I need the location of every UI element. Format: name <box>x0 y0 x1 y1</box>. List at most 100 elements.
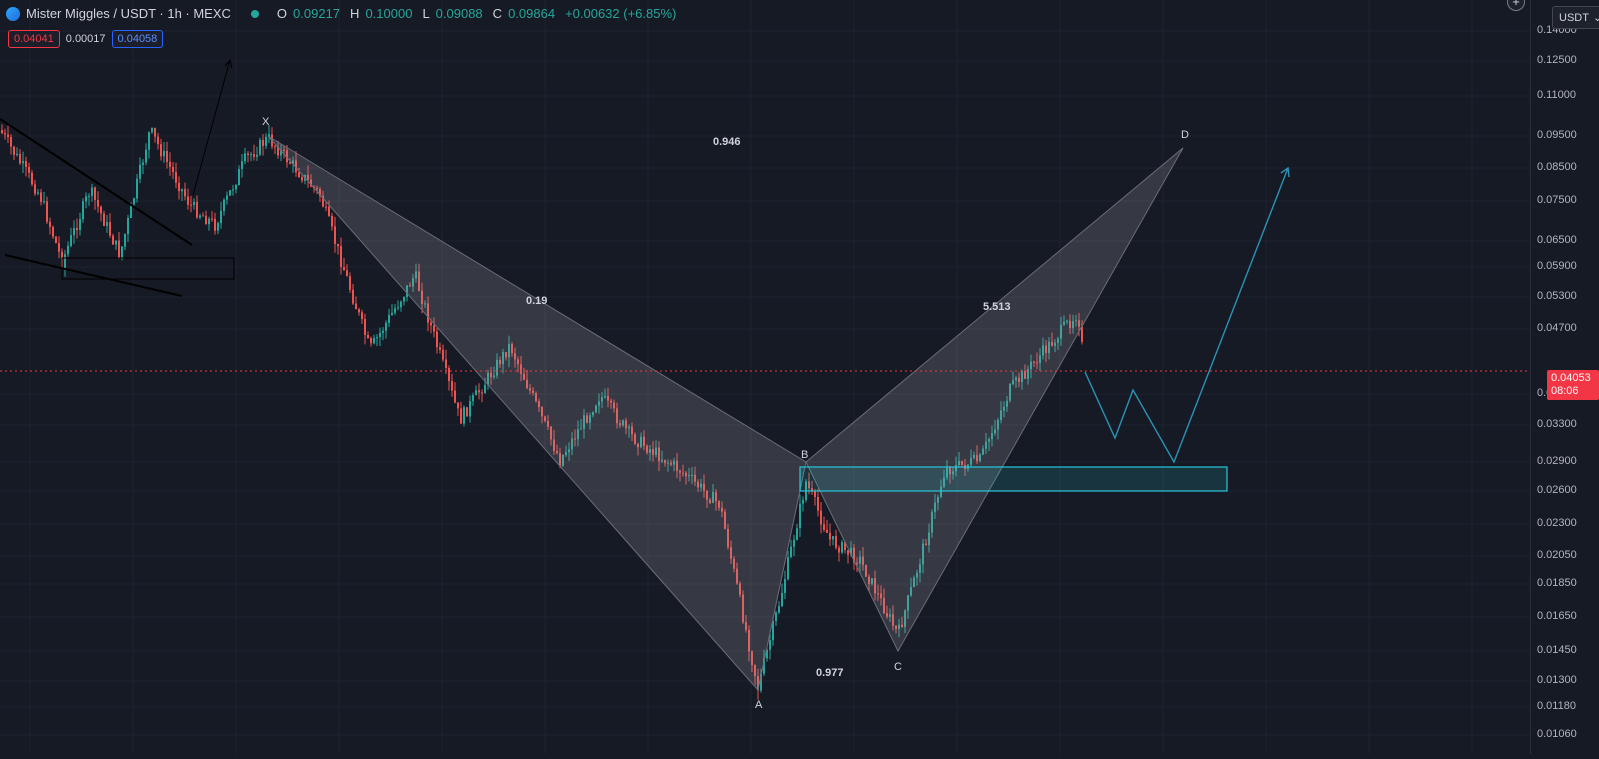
pattern-triangle-xab[interactable] <box>267 135 807 692</box>
candle-body <box>361 312 363 319</box>
arrow-line-upleft[interactable] <box>192 59 231 196</box>
candle-body <box>64 254 66 269</box>
candle-body <box>301 177 303 181</box>
candle-body <box>262 139 264 146</box>
price-axis-label: 0.08500 <box>1537 161 1577 173</box>
candle-body <box>259 139 261 155</box>
candle-body <box>169 161 171 167</box>
candle-body <box>400 301 402 308</box>
candle-body <box>394 308 396 313</box>
candle-body <box>379 332 381 338</box>
ohlc-low-key: L <box>422 6 430 21</box>
candle-body <box>4 133 6 135</box>
chart-canvas[interactable]: X A B C D 0.946 0.19 0.977 5.513 <box>0 0 1530 754</box>
candle-body <box>430 322 432 326</box>
candle-body <box>397 307 399 309</box>
candle-body <box>328 206 330 216</box>
price-axis-label: 0.02900 <box>1537 455 1577 467</box>
candle-body <box>769 640 771 650</box>
trendline-lower[interactable] <box>4 254 183 297</box>
chart-area[interactable]: X A B C D 0.946 0.19 0.977 5.513 <box>0 0 1530 754</box>
market-status-icon[interactable] <box>250 9 259 18</box>
candle-body <box>31 172 33 185</box>
candle-body <box>91 187 93 196</box>
candle-body <box>94 187 96 201</box>
symbol-title[interactable]: Mister Miggles / USDT · 1h · MEXC <box>26 6 231 21</box>
price-axis-label: 0.09500 <box>1537 129 1577 141</box>
candle-body <box>331 215 333 227</box>
candle-body <box>163 150 165 157</box>
candle-body <box>118 240 120 258</box>
candle-body <box>127 217 129 235</box>
candle-body <box>7 134 9 138</box>
price-axis-label: 0.07500 <box>1537 194 1577 206</box>
candle-body <box>139 164 141 179</box>
candle-body <box>160 144 162 157</box>
candle-body <box>142 162 144 165</box>
candle-body <box>214 218 216 231</box>
candle-body <box>202 215 204 217</box>
candle-body <box>82 201 84 220</box>
range-box-small[interactable] <box>61 257 235 280</box>
candle-body <box>298 172 300 178</box>
candle-body <box>211 218 213 220</box>
pattern-triangle-bcd[interactable] <box>805 147 1184 653</box>
candle-body <box>181 189 183 192</box>
ohlc-close: 0.09864 <box>508 6 556 21</box>
price-axis-label: 0.02050 <box>1537 549 1577 561</box>
ratio-label-cd: 5.513 <box>983 301 1011 313</box>
candle-body <box>376 337 378 339</box>
candle-body <box>37 192 39 194</box>
candle-body <box>223 199 225 211</box>
candle-body <box>478 390 480 393</box>
candle-body <box>364 318 366 335</box>
candle-body <box>166 150 168 162</box>
candle-body <box>247 153 249 155</box>
candle-body <box>802 500 804 504</box>
candle-body <box>58 243 60 252</box>
ohlc-close-key: C <box>492 6 503 21</box>
candle-body <box>355 303 357 310</box>
sell-price-button[interactable]: 0.04041 <box>8 30 60 48</box>
candle-body <box>121 246 123 258</box>
demand-zone[interactable] <box>799 466 1228 492</box>
candle-body <box>436 331 438 348</box>
candle-body <box>178 182 180 192</box>
candle-body <box>13 146 15 155</box>
candle-body <box>19 153 21 164</box>
candle-body <box>109 221 111 236</box>
candle-body <box>829 532 831 540</box>
candle-body <box>112 235 114 245</box>
candle-body <box>382 330 384 333</box>
point-label-c: C <box>894 661 902 673</box>
bar-countdown: 08:06 <box>1551 385 1579 397</box>
price-axis-label: 0.01650 <box>1537 610 1577 622</box>
ohlc-open: 0.09217 <box>293 6 341 21</box>
candle-body <box>235 185 237 190</box>
candle-body <box>388 314 390 323</box>
candle-body <box>40 192 42 202</box>
price-axis-label: 0.01850 <box>1537 577 1577 589</box>
price-axis-label: 0.01450 <box>1537 644 1577 656</box>
candle-body <box>79 219 81 230</box>
candle-body <box>784 579 786 593</box>
candle-body <box>28 166 30 173</box>
candle-body <box>457 402 459 409</box>
candle-body <box>232 189 234 191</box>
candle-body <box>16 153 18 155</box>
candle-body <box>841 541 843 553</box>
candle-body <box>346 270 348 277</box>
point-label-b: B <box>801 449 808 461</box>
candle-body <box>208 218 210 225</box>
candle-body <box>814 491 816 498</box>
candle-body <box>172 166 174 172</box>
candle-body <box>370 338 372 344</box>
candle-body <box>43 201 45 203</box>
currency-selector[interactable]: USDT ⌄ <box>1552 6 1599 29</box>
chart-header: Mister Miggles / USDT · 1h · MEXC O 0.092… <box>6 6 680 21</box>
candle-body <box>475 390 477 396</box>
buy-price-button[interactable]: 0.04058 <box>111 30 164 48</box>
candle-body <box>367 334 369 339</box>
candle-body <box>373 337 375 344</box>
trendline-upper[interactable] <box>0 118 193 246</box>
